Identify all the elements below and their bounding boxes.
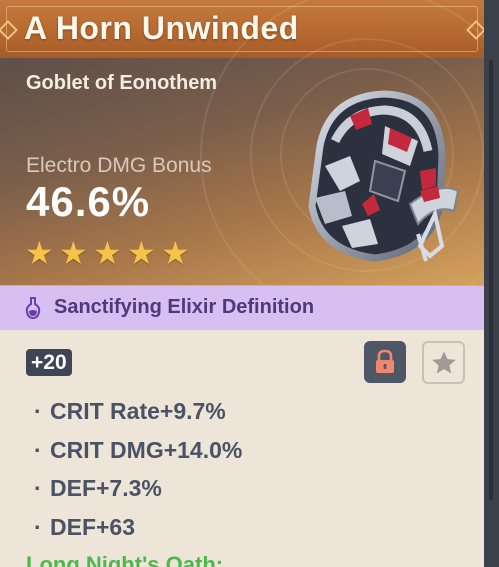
rarity-star-icon: ★ <box>161 235 190 271</box>
substat-row: · DEF+7.3% <box>34 475 242 514</box>
substat-row: · DEF+63 <box>34 514 242 553</box>
rarity-stars: ★ ★ ★ ★ ★ <box>25 235 192 271</box>
scrollbar-track[interactable] <box>489 60 493 500</box>
artifact-type: Goblet of Eonothem <box>26 72 218 94</box>
set-name: Sanctifying Elixir Definition <box>54 296 315 318</box>
substat-text: CRIT DMG+14.0% <box>50 436 243 463</box>
bullet-dot: · <box>34 475 42 501</box>
bullet-dot: · <box>34 436 42 463</box>
bullet-dot: · <box>34 398 42 424</box>
elixir-flask-icon <box>25 297 41 320</box>
rarity-star-icon: ★ <box>127 235 156 271</box>
substat-text: DEF+7.3% <box>50 475 162 501</box>
lock-button[interactable] <box>364 341 406 383</box>
lock-icon <box>376 349 394 373</box>
star-icon <box>431 350 456 373</box>
favorite-button[interactable] <box>422 341 465 384</box>
substat-list: · CRIT Rate+9.7% · CRIT DMG+14.0% · DEF+7.3% ·… <box>34 398 242 552</box>
main-stat-value: 46.6% <box>26 178 151 225</box>
substat-text: CRIT Rate+9.7% <box>50 398 226 424</box>
bullet-dot: · <box>34 513 42 540</box>
set-bonus-title: Long Night's Oath: <box>26 552 224 567</box>
rarity-star-icon: ★ <box>59 235 88 271</box>
substat-text: DEF+63 <box>50 513 136 540</box>
artifact-goblet-image <box>308 90 460 262</box>
substat-row: · CRIT DMG+14.0% <box>34 437 242 476</box>
panel-scroll-edge <box>484 0 499 567</box>
substat-row: · CRIT Rate+9.7% <box>34 398 242 437</box>
main-stat-name: Electro DMG Bonus <box>26 154 212 177</box>
rarity-star-icon: ★ <box>25 235 54 271</box>
artifact-hero-panel: Goblet of Eonothem Electro DMG Bonus 46.… <box>0 0 484 322</box>
artifact-detail-card: A Horn Unwinded Goblet of Eonothem Elect… <box>0 0 484 567</box>
rarity-star-icon: ★ <box>93 235 122 271</box>
set-name-bar: Sanctifying Elixir Definition <box>0 285 484 330</box>
level-badge: +20 <box>26 349 72 376</box>
